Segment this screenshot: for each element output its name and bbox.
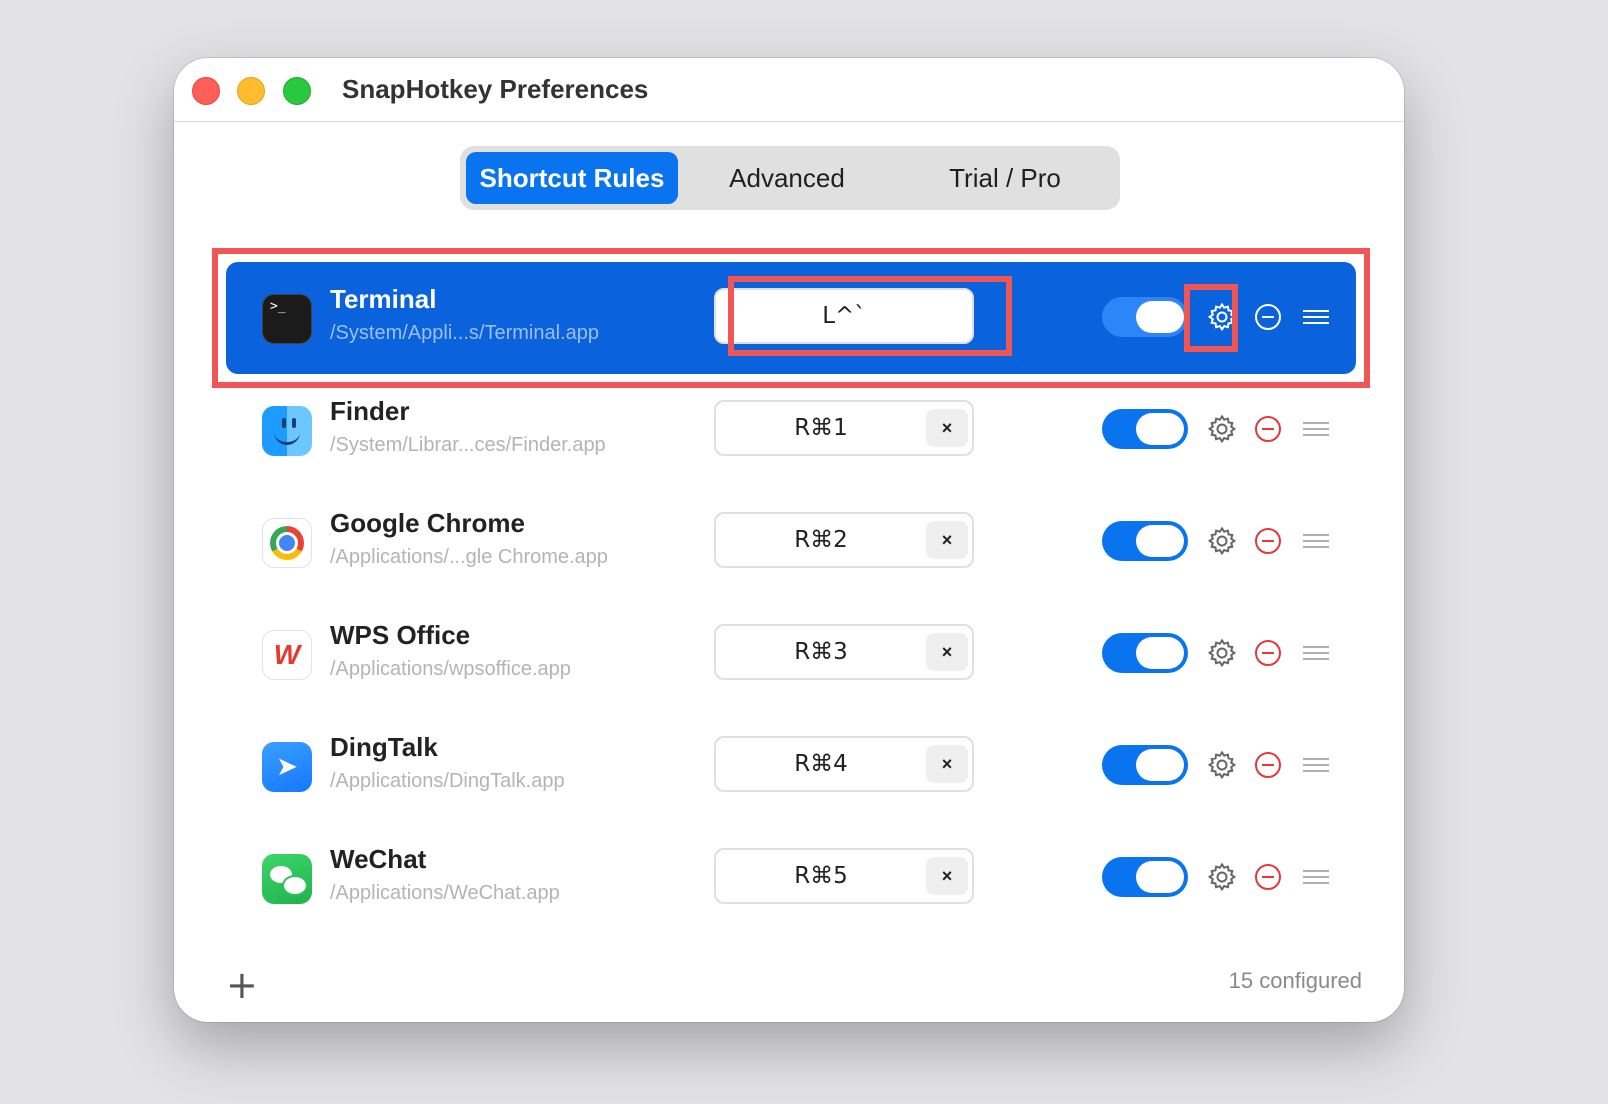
clear-hotkey-button[interactable]: ×: [926, 745, 968, 783]
app-path: /Applications/WeChat.app: [330, 882, 560, 904]
rule-row-wechat[interactable]: WeChat /Applications/WeChat.app R⌘5 ×: [226, 822, 1356, 934]
wechat-icon: [262, 854, 312, 904]
toggle-knob: [1136, 525, 1184, 557]
title-bar: SnapHotkey Preferences: [174, 58, 1404, 122]
gear-icon[interactable]: [1206, 413, 1238, 445]
drag-handle-icon[interactable]: [1302, 530, 1330, 552]
app-path: /System/Appli...s/Terminal.app: [330, 322, 599, 344]
tab-shortcut-rules[interactable]: Shortcut Rules: [466, 152, 678, 204]
app-name: Finder: [330, 396, 410, 426]
remove-icon[interactable]: [1254, 527, 1282, 555]
hotkey-value: R⌘5: [794, 863, 848, 889]
finder-icon: [262, 406, 312, 456]
hotkey-field[interactable]: R⌘2 ×: [714, 512, 974, 568]
drag-handle-icon[interactable]: [1302, 754, 1330, 776]
drag-handle-icon[interactable]: [1302, 418, 1330, 440]
remove-icon[interactable]: [1254, 639, 1282, 667]
gear-icon[interactable]: [1206, 525, 1238, 557]
app-path: /Applications/...gle Chrome.app: [330, 546, 608, 568]
rule-row-finder[interactable]: Finder /System/Librar...ces/Finder.app R…: [226, 374, 1356, 486]
clear-hotkey-button[interactable]: ×: [926, 409, 968, 447]
tab-trial-pro[interactable]: Trial / Pro: [896, 152, 1114, 204]
hotkey-value: R⌘4: [794, 751, 848, 777]
toggle-knob: [1136, 749, 1184, 781]
hotkey-value: L^`: [822, 303, 866, 329]
close-window-button[interactable]: [192, 77, 220, 105]
app-name: DingTalk: [330, 732, 438, 762]
rule-row-dingtalk[interactable]: ➤ DingTalk /Applications/DingTalk.app R⌘…: [226, 710, 1356, 822]
add-rule-button[interactable]: +: [226, 966, 258, 1004]
hotkey-field[interactable]: R⌘5 ×: [714, 848, 974, 904]
hotkey-field[interactable]: R⌘3 ×: [714, 624, 974, 680]
enable-toggle[interactable]: [1102, 521, 1188, 561]
app-name: WPS Office: [330, 620, 471, 650]
hotkey-value: R⌘3: [794, 639, 848, 665]
rule-row-google-chrome[interactable]: Google Chrome /Applications/...gle Chrom…: [226, 486, 1356, 598]
toggle-knob: [1136, 413, 1184, 445]
toggle-knob: [1136, 637, 1184, 669]
clear-hotkey-button[interactable]: ×: [926, 633, 968, 671]
zoom-window-button[interactable]: [283, 77, 311, 105]
gear-icon[interactable]: [1206, 861, 1238, 893]
app-path: /Applications/DingTalk.app: [330, 770, 565, 792]
hotkey-field[interactable]: L^`: [714, 288, 974, 344]
app-path: /Applications/wpsoffice.app: [330, 658, 571, 680]
tab-advanced[interactable]: Advanced: [678, 152, 896, 204]
enable-toggle[interactable]: [1102, 633, 1188, 673]
app-name: Terminal: [330, 284, 437, 314]
app-path: /System/Librar...ces/Finder.app: [330, 434, 606, 456]
enable-toggle[interactable]: [1102, 409, 1188, 449]
chrome-icon: [262, 518, 312, 568]
clear-hotkey-button[interactable]: ×: [926, 857, 968, 895]
remove-icon[interactable]: [1254, 751, 1282, 779]
terminal-icon: >_: [262, 294, 312, 344]
gear-icon[interactable]: [1206, 749, 1238, 781]
drag-handle-icon[interactable]: [1302, 306, 1330, 328]
toggle-knob: [1136, 301, 1184, 333]
preferences-window: SnapHotkey Preferences Shortcut Rules Ad…: [174, 58, 1404, 1022]
gear-icon[interactable]: [1206, 301, 1238, 333]
window-title: SnapHotkey Preferences: [342, 74, 649, 104]
hotkey-field[interactable]: R⌘1 ×: [714, 400, 974, 456]
app-name: Google Chrome: [330, 508, 526, 538]
rule-row-wps-office[interactable]: W WPS Office /Applications/wpsoffice.app…: [226, 598, 1356, 710]
minimize-window-button[interactable]: [237, 77, 265, 105]
drag-handle-icon[interactable]: [1302, 642, 1330, 664]
enable-toggle[interactable]: [1102, 857, 1188, 897]
configured-count: 15 configured: [1228, 968, 1362, 993]
hotkey-value: R⌘1: [794, 415, 848, 441]
wps-icon: W: [262, 630, 312, 680]
remove-icon[interactable]: [1254, 415, 1282, 443]
gear-icon[interactable]: [1206, 637, 1238, 669]
tab-bar: Shortcut Rules Advanced Trial / Pro: [460, 146, 1120, 210]
hotkey-field[interactable]: R⌘4 ×: [714, 736, 974, 792]
dingtalk-icon: ➤: [262, 742, 312, 792]
enable-toggle[interactable]: [1102, 297, 1188, 337]
rule-row-terminal[interactable]: >_ Terminal /System/Appli...s/Terminal.a…: [226, 262, 1356, 374]
enable-toggle[interactable]: [1102, 745, 1188, 785]
toggle-knob: [1136, 861, 1184, 893]
hotkey-value: R⌘2: [794, 527, 848, 553]
remove-icon[interactable]: [1254, 303, 1282, 331]
drag-handle-icon[interactable]: [1302, 866, 1330, 888]
remove-icon[interactable]: [1254, 863, 1282, 891]
clear-hotkey-button[interactable]: ×: [926, 521, 968, 559]
app-name: WeChat: [330, 844, 427, 874]
